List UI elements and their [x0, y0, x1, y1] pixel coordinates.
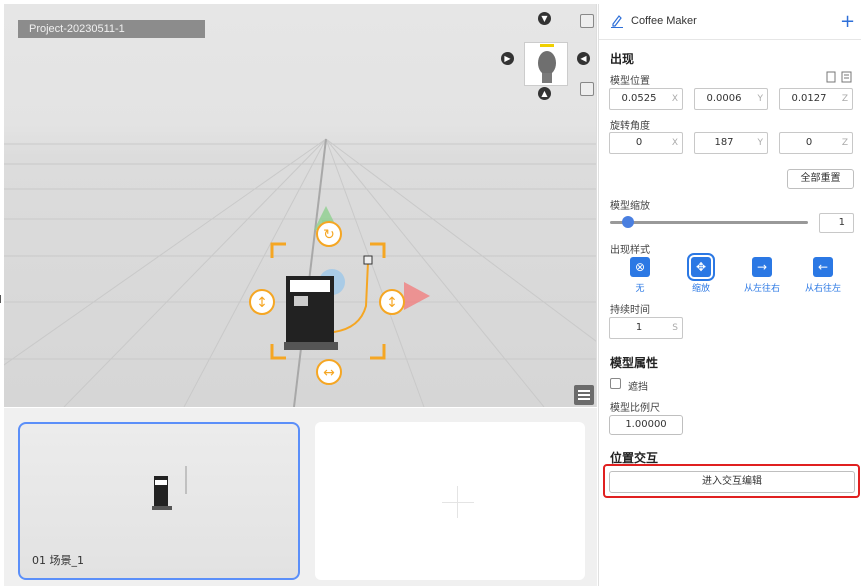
svg-text:↔: ↔	[323, 365, 335, 381]
scene-label: 01 场景_1	[32, 554, 84, 567]
scene-viewport[interactable]: Project-20230511-1 ▼ ▶ ◀ ▲ ↻ ↕ ↕ ↔	[4, 4, 597, 407]
duration-label: 持续时间	[610, 305, 650, 316]
svg-text:↕: ↕	[386, 295, 398, 311]
position-y-field[interactable]: 0.0006 Y	[694, 88, 768, 110]
nav-up-icon[interactable]: ▼	[538, 12, 551, 25]
expand-icon: ✥	[687, 253, 715, 281]
focus-icon[interactable]	[580, 14, 594, 28]
rotation-x-field[interactable]: 0 X	[609, 132, 683, 154]
position-x-field[interactable]: 0.0525 X	[609, 88, 683, 110]
panel-header: Coffee Maker +	[599, 4, 861, 40]
model-position-label: 模型位置	[610, 76, 650, 87]
position-z-field[interactable]: 0.0127 Z	[779, 88, 853, 110]
scale-label: 模型缩放	[610, 201, 650, 212]
occlude-checkbox[interactable]	[610, 378, 621, 389]
close-circle-icon: ⊗	[630, 257, 650, 277]
scale-input[interactable]: 1	[819, 213, 854, 233]
keyboard-icon[interactable]	[580, 82, 594, 96]
properties-panel: Coffee Maker + 出现 模型位置 0.0525 X 0.0006 Y…	[598, 4, 861, 586]
project-name-tag: Project-20230511-1	[18, 20, 205, 38]
style-none-option[interactable]: ⊗ 无	[610, 257, 670, 294]
viewport-resize-mark	[0, 295, 1, 303]
panel-title: Coffee Maker	[631, 15, 697, 27]
annotation-highlight-box	[603, 464, 860, 498]
plus-icon	[442, 502, 474, 503]
style-right-to-left-option[interactable]: ← 从右往左	[793, 257, 853, 294]
scene-strip: 01 场景_1	[4, 408, 597, 586]
rotation-y-field[interactable]: 187 Y	[694, 132, 768, 154]
rotation-label: 旋转角度	[610, 121, 650, 132]
nav-right-icon[interactable]: ◀	[577, 52, 590, 65]
appear-section-title: 出现	[610, 52, 635, 66]
orientation-head-icon[interactable]	[524, 42, 568, 86]
scale-slider[interactable]	[610, 221, 808, 224]
add-scene-button[interactable]	[315, 422, 585, 580]
coffee-maker-model[interactable]: ↻ ↕ ↕ ↔	[240, 196, 440, 386]
arrow-right-icon: →	[752, 257, 772, 277]
copy-paste-icons[interactable]	[826, 71, 854, 83]
scene-card[interactable]: 01 场景_1	[18, 422, 300, 580]
arrow-left-icon: ←	[813, 257, 833, 277]
style-left-to-right-option[interactable]: → 从左往右	[732, 257, 792, 294]
occlude-label: 遮挡	[628, 382, 648, 393]
list-view-icon[interactable]	[574, 385, 594, 405]
appear-style-label: 出现样式	[610, 245, 650, 256]
model-scale-ratio-label: 模型比例尺	[610, 403, 660, 414]
svg-text:↕: ↕	[256, 295, 268, 311]
scale-slider-thumb[interactable]	[622, 216, 634, 228]
duration-field[interactable]: 1 S	[609, 317, 683, 339]
svg-text:↻: ↻	[323, 227, 335, 243]
editor-window: Project-20230511-1 ▼ ▶ ◀ ▲ ↻ ↕ ↕ ↔ 01 场景…	[0, 0, 864, 586]
nav-left-icon[interactable]: ▶	[501, 52, 514, 65]
model-scale-ratio-field[interactable]: 1.00000	[609, 415, 683, 435]
nav-down-icon[interactable]: ▲	[538, 87, 551, 100]
add-icon[interactable]: +	[840, 13, 855, 31]
reset-all-button[interactable]: 全部重置	[787, 169, 854, 189]
edit-icon[interactable]	[611, 14, 623, 28]
style-zoom-option[interactable]: ✥ 缩放	[671, 253, 731, 294]
rotation-z-field[interactable]: 0 Z	[779, 132, 853, 154]
model-props-section-title: 模型属性	[610, 356, 659, 370]
